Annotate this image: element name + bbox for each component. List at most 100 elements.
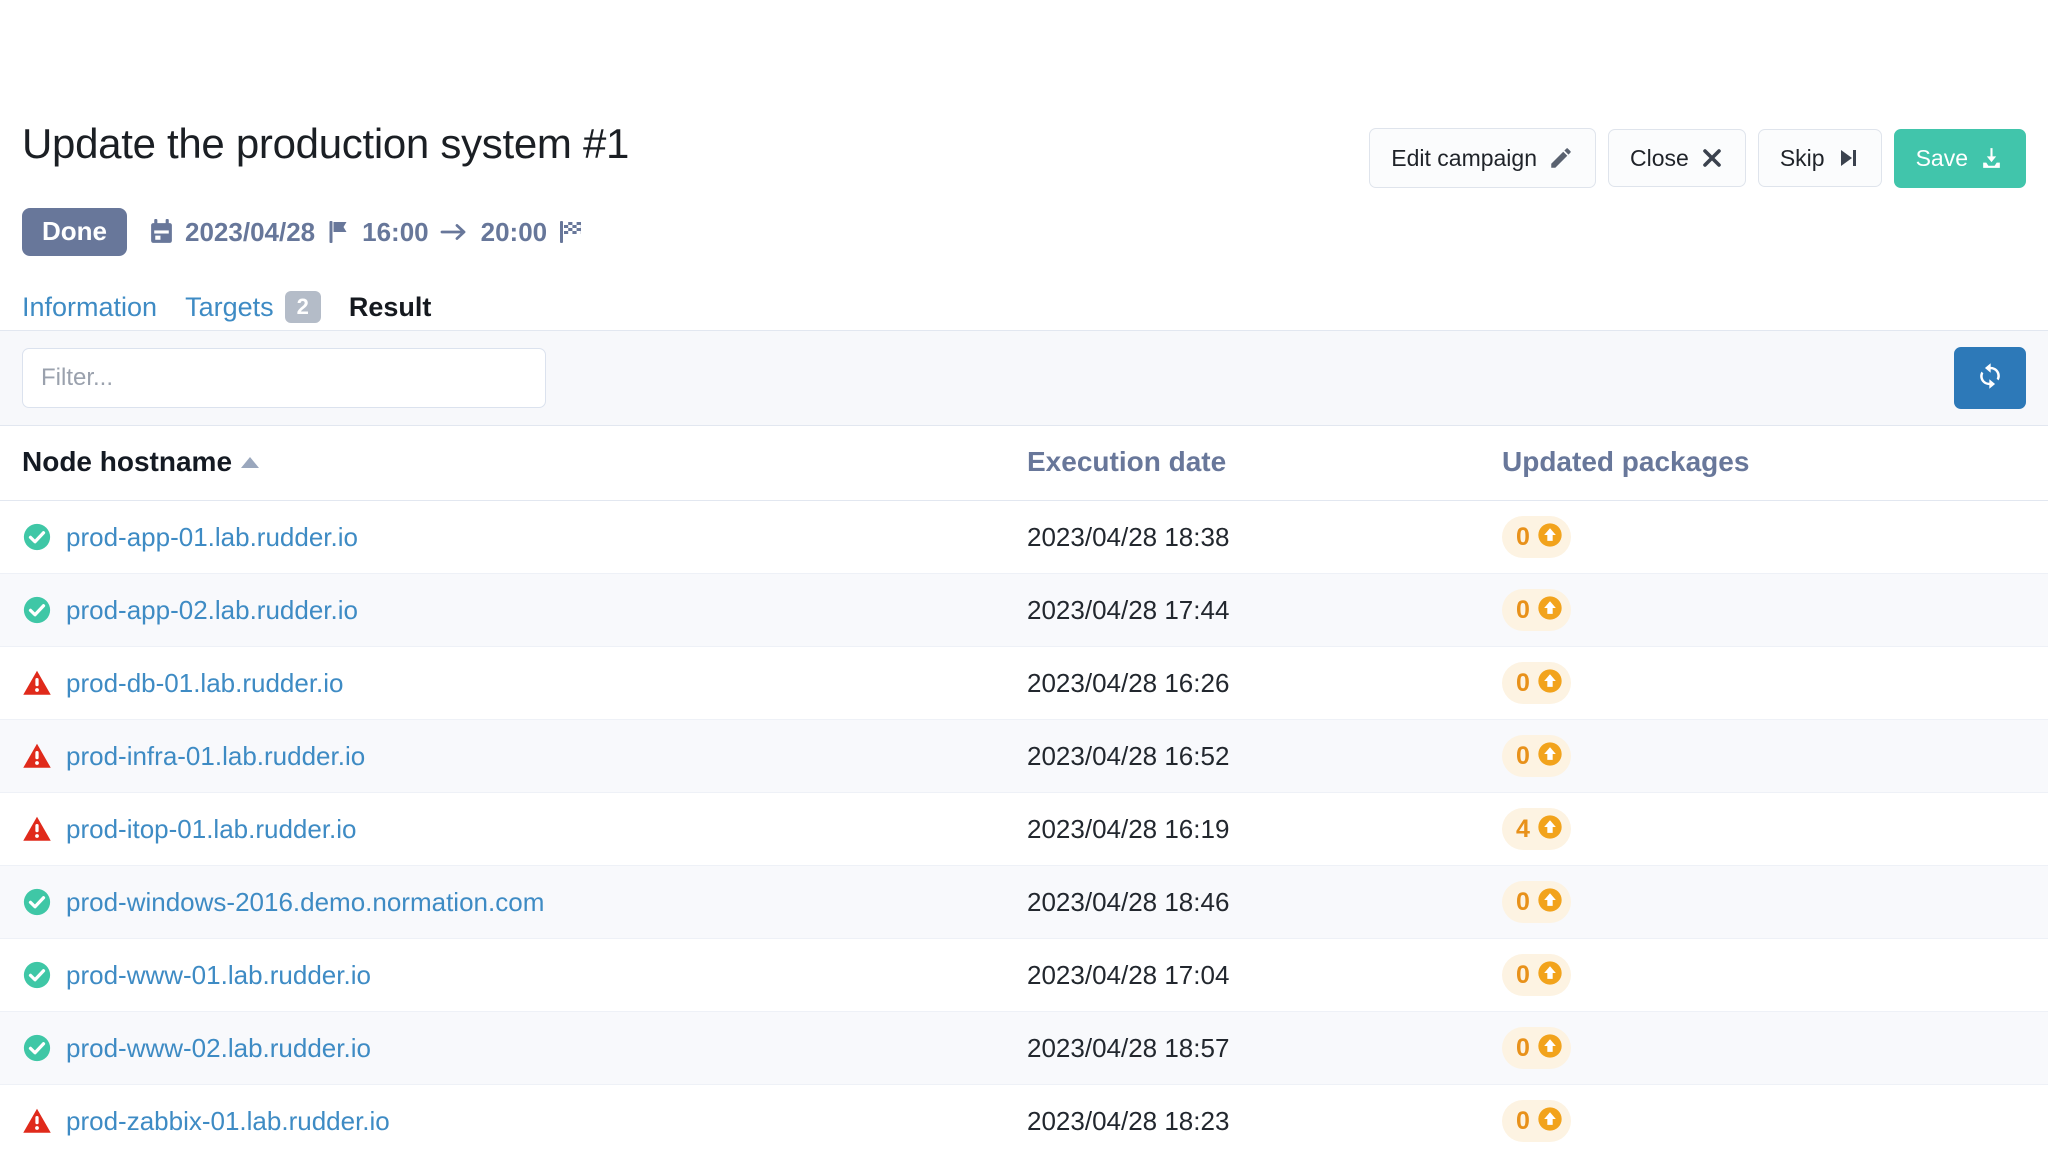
campaign-schedule: 2023/04/28 16:00 20:00 xyxy=(149,217,584,248)
arrow-right-icon xyxy=(440,222,470,242)
updated-packages-badge: 0 xyxy=(1502,516,1571,558)
status-badge: Done xyxy=(22,208,127,256)
table-row[interactable]: prod-windows-2016.demo.normation.com 202… xyxy=(0,865,2048,939)
status-error-icon xyxy=(22,741,52,771)
status-success-icon xyxy=(22,595,52,625)
cell-execution-date: 2023/04/28 18:38 xyxy=(1005,500,1480,574)
package-upgrade-icon xyxy=(1536,813,1564,845)
header-action-buttons: Edit campaign Close Skip Save xyxy=(1369,128,2026,188)
updated-packages-badge: 0 xyxy=(1502,1100,1571,1142)
updated-packages-badge: 0 xyxy=(1502,954,1571,996)
status-success-icon xyxy=(22,960,52,990)
table-header-row: Node hostname Execution date Updated pac… xyxy=(0,426,2048,501)
updated-packages-count: 0 xyxy=(1516,887,1530,916)
cell-updated-packages: 0 xyxy=(1480,1084,2048,1152)
table-row[interactable]: prod-zabbix-01.lab.rudder.io 2023/04/28 … xyxy=(0,1084,2048,1152)
close-button[interactable]: Close xyxy=(1608,129,1746,187)
node-hostname-link[interactable]: prod-www-01.lab.rudder.io xyxy=(66,960,371,991)
status-success-icon xyxy=(22,522,52,552)
updated-packages-count: 0 xyxy=(1516,522,1530,551)
tab-information-label: Information xyxy=(22,292,158,322)
close-icon xyxy=(1700,146,1724,170)
node-hostname-link[interactable]: prod-app-01.lab.rudder.io xyxy=(66,522,358,553)
cell-updated-packages: 0 xyxy=(1480,865,2048,939)
column-header-updated-packages-label: Updated packages xyxy=(1502,446,1750,477)
save-download-icon xyxy=(1979,146,2004,171)
cell-execution-date: 2023/04/28 16:52 xyxy=(1005,719,1480,793)
table-row[interactable]: prod-www-02.lab.rudder.io 2023/04/28 18:… xyxy=(0,1011,2048,1085)
cell-execution-date: 2023/04/28 17:44 xyxy=(1005,573,1480,647)
campaign-status-line: Done 2023/04/28 16:00 20:00 xyxy=(22,208,2026,256)
cell-node-hostname: prod-app-01.lab.rudder.io xyxy=(0,500,1005,574)
filter-input[interactable] xyxy=(22,348,546,408)
skip-forward-icon xyxy=(1836,146,1860,170)
updated-packages-badge: 4 xyxy=(1502,808,1571,850)
updated-packages-badge: 0 xyxy=(1502,1027,1571,1069)
cell-updated-packages: 0 xyxy=(1480,573,2048,647)
column-header-node-hostname[interactable]: Node hostname xyxy=(0,426,1005,501)
status-error-icon xyxy=(22,814,52,844)
package-upgrade-icon xyxy=(1536,521,1564,553)
column-header-execution-date[interactable]: Execution date xyxy=(1005,426,1480,501)
cell-node-hostname: prod-www-01.lab.rudder.io xyxy=(0,938,1005,1012)
table-row[interactable]: prod-app-01.lab.rudder.io 2023/04/28 18:… xyxy=(0,500,2048,574)
node-hostname-link[interactable]: prod-itop-01.lab.rudder.io xyxy=(66,814,357,845)
cell-updated-packages: 0 xyxy=(1480,719,2048,793)
node-hostname-link[interactable]: prod-www-02.lab.rudder.io xyxy=(66,1033,371,1064)
table-row[interactable]: prod-itop-01.lab.rudder.io 2023/04/28 16… xyxy=(0,792,2048,866)
updated-packages-badge: 0 xyxy=(1502,589,1571,631)
results-table-body: prod-app-01.lab.rudder.io 2023/04/28 18:… xyxy=(0,500,2048,1152)
cell-execution-date: 2023/04/28 18:23 xyxy=(1005,1084,1480,1152)
node-hostname-link[interactable]: prod-windows-2016.demo.normation.com xyxy=(66,887,544,918)
cell-execution-date: 2023/04/28 16:19 xyxy=(1005,792,1480,866)
tab-targets-badge: 2 xyxy=(284,291,321,323)
cell-execution-date: 2023/04/28 17:04 xyxy=(1005,938,1480,1012)
node-hostname-link[interactable]: prod-infra-01.lab.rudder.io xyxy=(66,741,365,772)
results-table: Node hostname Execution date Updated pac… xyxy=(0,426,2048,1152)
cell-node-hostname: prod-db-01.lab.rudder.io xyxy=(0,646,1005,720)
save-button[interactable]: Save xyxy=(1893,128,2026,188)
table-row[interactable]: prod-db-01.lab.rudder.io 2023/04/28 16:2… xyxy=(0,646,2048,720)
header-top-row: Update the production system #1 Edit cam… xyxy=(22,108,2026,188)
calendar-icon xyxy=(149,218,174,246)
table-row[interactable]: prod-app-02.lab.rudder.io 2023/04/28 17:… xyxy=(0,573,2048,647)
updated-packages-count: 0 xyxy=(1516,668,1530,697)
edit-campaign-button[interactable]: Edit campaign xyxy=(1369,128,1596,188)
package-upgrade-icon xyxy=(1536,594,1564,626)
package-upgrade-icon xyxy=(1536,667,1564,699)
cell-updated-packages: 0 xyxy=(1480,646,2048,720)
cell-updated-packages: 0 xyxy=(1480,938,2048,1012)
package-upgrade-icon xyxy=(1536,740,1564,772)
updated-packages-badge: 0 xyxy=(1502,662,1571,704)
edit-campaign-label: Edit campaign xyxy=(1391,144,1537,171)
package-upgrade-icon xyxy=(1536,1105,1564,1137)
result-toolbar xyxy=(0,330,2048,426)
cell-updated-packages: 0 xyxy=(1480,1011,2048,1085)
page-title: Update the production system #1 xyxy=(22,120,630,167)
updated-packages-count: 0 xyxy=(1516,595,1530,624)
cell-node-hostname: prod-infra-01.lab.rudder.io xyxy=(0,719,1005,793)
cell-node-hostname: prod-app-02.lab.rudder.io xyxy=(0,573,1005,647)
table-row[interactable]: prod-www-01.lab.rudder.io 2023/04/28 17:… xyxy=(0,938,2048,1012)
node-hostname-link[interactable]: prod-db-01.lab.rudder.io xyxy=(66,668,344,699)
table-row[interactable]: prod-infra-01.lab.rudder.io 2023/04/28 1… xyxy=(0,719,2048,793)
cell-node-hostname: prod-itop-01.lab.rudder.io xyxy=(0,792,1005,866)
column-header-updated-packages[interactable]: Updated packages xyxy=(1480,426,2048,501)
package-upgrade-icon xyxy=(1536,959,1564,991)
updated-packages-count: 0 xyxy=(1516,741,1530,770)
cell-node-hostname: prod-zabbix-01.lab.rudder.io xyxy=(0,1084,1005,1152)
status-success-icon xyxy=(22,1033,52,1063)
close-label: Close xyxy=(1630,144,1689,171)
updated-packages-count: 4 xyxy=(1516,814,1530,843)
status-success-icon xyxy=(22,887,52,917)
node-hostname-link[interactable]: prod-zabbix-01.lab.rudder.io xyxy=(66,1106,390,1137)
node-hostname-link[interactable]: prod-app-02.lab.rudder.io xyxy=(66,595,358,626)
package-upgrade-icon xyxy=(1536,886,1564,918)
skip-button[interactable]: Skip xyxy=(1757,129,1882,187)
checkered-flag-icon xyxy=(558,219,584,245)
updated-packages-badge: 0 xyxy=(1502,881,1571,923)
results-table-head: Node hostname Execution date Updated pac… xyxy=(0,426,2048,501)
tab-result-label: Result xyxy=(348,292,432,322)
status-error-icon xyxy=(22,668,52,698)
refresh-button[interactable] xyxy=(1954,347,2026,409)
